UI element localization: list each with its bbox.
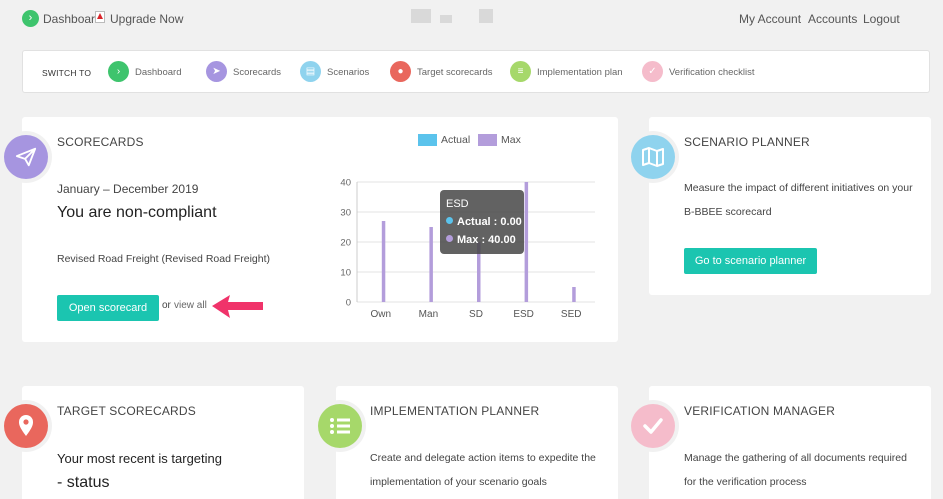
go-to-scenario-planner-button[interactable]: Go to scenario planner [684, 248, 817, 274]
target-scorecards-desc: Your most recent is targeting [57, 451, 222, 466]
verification-manager-desc-2: for the verification process [684, 476, 807, 488]
chevron-right-icon: › [108, 61, 129, 82]
y-tick-label: 0 [346, 298, 351, 309]
scenario-planner-title: SCENARIO PLANNER [684, 135, 810, 149]
switch-to-label: SWITCH TO [42, 68, 92, 78]
switch-item-label: Scenarios [327, 67, 370, 78]
x-tick-label: Own [371, 309, 392, 320]
switch-item-label: Target scorecards [417, 67, 493, 78]
legend-max-label: Max [501, 134, 521, 146]
dashboard-icon[interactable]: › [22, 10, 39, 27]
x-tick-label: SED [561, 309, 582, 320]
blurred-logo [411, 9, 431, 23]
legend-actual-swatch [418, 134, 437, 146]
check-icon: ✓ [642, 61, 663, 82]
blurred-logo [479, 9, 493, 23]
map-icon [631, 135, 675, 179]
switch-item-label: Scorecards [233, 67, 282, 78]
list-icon: ≡ [510, 61, 531, 82]
scorecards-title: SCORECARDS [57, 135, 144, 149]
nav-dashboard-link[interactable]: Dashboard [43, 12, 102, 26]
view-all-link[interactable]: view all [174, 294, 207, 318]
y-tick-label: 40 [340, 178, 351, 189]
location-pin-icon [4, 404, 48, 448]
paper-plane-icon [4, 135, 48, 179]
verification-manager-desc-1: Manage the gathering of all documents re… [684, 452, 907, 464]
scenario-planner-desc-2: B-BBEE scorecard [684, 206, 772, 218]
tooltip-max-row: Max : 40.00 [446, 234, 516, 246]
x-tick-label: SD [469, 309, 483, 320]
or-text: or [162, 300, 171, 311]
y-tick-label: 30 [340, 208, 351, 219]
map-icon: ▤ [300, 61, 321, 82]
target-scorecards-title: TARGET SCORECARDS [57, 404, 196, 418]
tooltip-actual-row: Actual : 0.00 [446, 216, 522, 228]
switch-item-label: Dashboard [135, 67, 182, 78]
nav-upgrade-link[interactable]: Upgrade Now [110, 12, 183, 26]
annotation-arrow-icon [212, 295, 263, 318]
nav-my-account-link[interactable]: My Account [739, 12, 801, 26]
x-tick-label: ESD [513, 309, 534, 320]
open-scorecard-button[interactable]: Open scorecard [57, 295, 159, 321]
top-nav: › Dashboard Upgrade Now My Account Accou… [0, 0, 943, 38]
bar-max-sed[interactable] [572, 287, 576, 302]
target-scorecards-status: - status [57, 474, 110, 491]
check-icon [631, 404, 675, 448]
nav-logout-link[interactable]: Logout [863, 12, 900, 26]
bar-max-man[interactable] [429, 227, 433, 302]
scorecard-period: January – December 2019 [57, 182, 199, 196]
verification-manager-title: VERIFICATION MANAGER [684, 404, 836, 418]
switch-item-label: Implementation plan [537, 67, 623, 78]
scenario-planner-desc-1: Measure the impact of different initiati… [684, 182, 913, 194]
implementation-planner-desc-1: Create and delegate action items to expe… [370, 452, 596, 464]
implementation-planner-title: IMPLEMENTATION PLANNER [370, 404, 540, 418]
scorecard-name: Revised Road Freight (Revised Road Freig… [57, 253, 271, 265]
implementation-planner-desc-2: implementation of your scenario goals [370, 476, 547, 488]
paper-plane-icon: ➤ [206, 61, 227, 82]
chart-tooltip: ESD Actual : 0.00 Max : 40.00 [440, 190, 524, 254]
y-tick-label: 10 [340, 268, 351, 279]
x-tick-label: Man [419, 309, 438, 320]
upgrade-icon[interactable] [95, 11, 105, 23]
switch-bar: SWITCH TO › Dashboard ➤ Scorecards ▤ Scenario… [22, 50, 930, 93]
list-icon [318, 404, 362, 448]
switch-item-label: Verification checklist [669, 67, 755, 78]
blurred-logo [440, 15, 452, 23]
bar-max-own[interactable] [381, 221, 386, 302]
bar-max-esd[interactable] [524, 182, 529, 302]
legend-actual-label: Actual [441, 134, 471, 146]
nav-accounts-link[interactable]: Accounts [808, 12, 857, 26]
tooltip-title: ESD [446, 198, 469, 210]
compliance-status: You are non-compliant [57, 204, 217, 221]
y-tick-label: 20 [340, 238, 351, 249]
legend-max-swatch [478, 134, 497, 146]
location-pin-icon: ● [390, 61, 411, 82]
